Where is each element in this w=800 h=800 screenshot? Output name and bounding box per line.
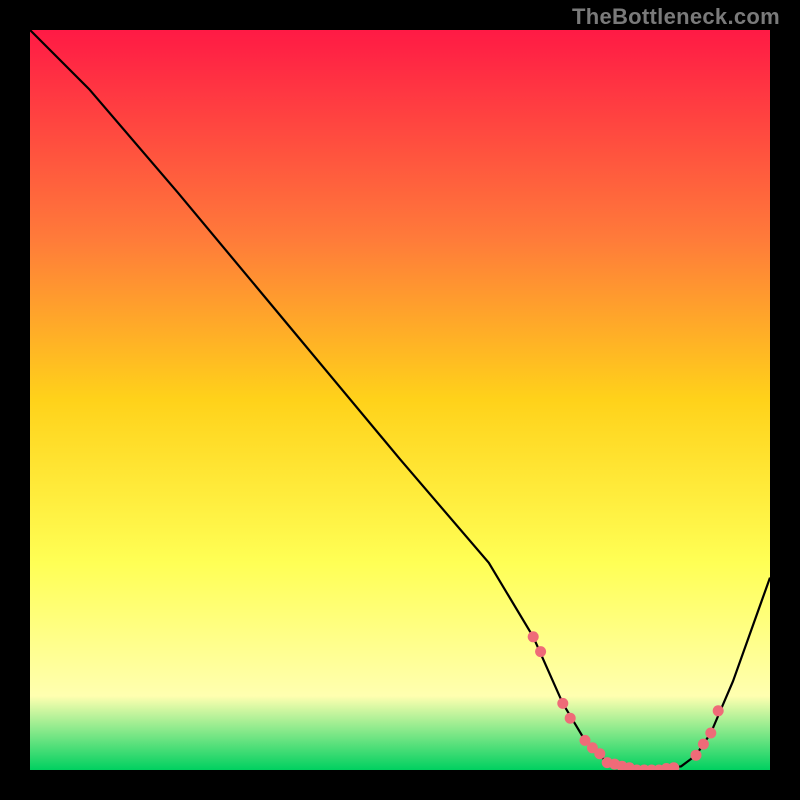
marker-dot (705, 728, 716, 739)
watermark-text: TheBottleneck.com (572, 4, 780, 30)
marker-dot (557, 698, 568, 709)
marker-dot (698, 739, 709, 750)
marker-dot (594, 748, 605, 759)
gradient-plot (30, 30, 770, 770)
marker-dot (528, 631, 539, 642)
marker-dot (535, 646, 546, 657)
marker-dot (691, 750, 702, 761)
marker-dot (565, 713, 576, 724)
chart-frame: TheBottleneck.com (0, 0, 800, 800)
chart-svg (30, 30, 770, 770)
gradient-rect (30, 30, 770, 770)
marker-dot (713, 705, 724, 716)
